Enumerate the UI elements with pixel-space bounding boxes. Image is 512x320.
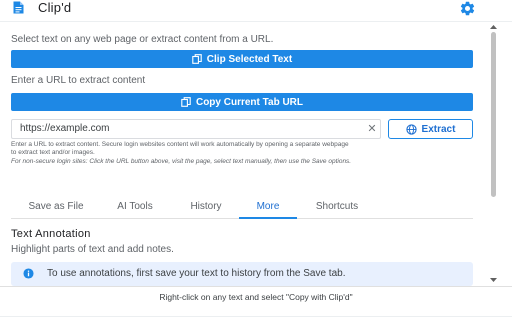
help-text-line-3: For non-secure login sites: Click the UR… [11,158,352,165]
intro-text: Select text on any web page or extract c… [11,34,274,45]
extract-button[interactable]: Extract [388,119,473,139]
tab-bar: Save as File AI Tools History More Short… [11,199,473,219]
info-icon [23,268,34,279]
tab-ai-tools[interactable]: AI Tools [103,199,167,219]
close-icon[interactable]: ✕ [366,122,378,136]
info-banner: To use annotations, first save your text… [11,262,473,286]
scroll-down-icon[interactable] [489,277,498,283]
app-header: Clip'd [0,0,512,16]
tab-more[interactable]: More [239,199,297,219]
extract-label: Extract [421,123,456,135]
bottom-divider [0,316,512,317]
scrollbar-thumb[interactable] [491,32,496,197]
section-title: Text Annotation [11,228,91,240]
copy-current-tab-url-label: Copy Current Tab URL [195,96,304,108]
vertical-scrollbar[interactable] [489,22,498,286]
main-panel: Select text on any web page or extract c… [0,22,487,286]
tab-save-as-file[interactable]: Save as File [11,199,101,219]
section-subtitle: Highlight parts of text and add notes. [11,244,174,255]
globe-icon [405,123,417,135]
copy-icon [192,54,202,64]
tab-history[interactable]: History [175,199,237,219]
footer-hint: Right-click on any text and select "Copy… [159,292,353,302]
copy-icon [181,97,191,107]
copy-current-tab-url-button[interactable]: Copy Current Tab URL [11,93,473,111]
app-title: Clip'd [38,0,72,15]
clip-selected-text-button[interactable]: Clip Selected Text [11,50,473,68]
info-text: To use annotations, first save your text… [47,268,346,279]
help-text-line-2: to extract text and/or images. [11,149,95,156]
url-prompt: Enter a URL to extract content [11,75,146,86]
scroll-up-icon[interactable] [489,24,498,30]
gear-icon[interactable] [459,0,476,17]
help-text-line-1: Enter a URL to extract content. Secure l… [11,141,349,148]
clip-selected-text-label: Clip Selected Text [206,53,293,65]
tab-shortcuts[interactable]: Shortcuts [301,199,373,219]
document-icon [13,1,24,14]
url-input[interactable]: https://example.com [11,119,381,139]
